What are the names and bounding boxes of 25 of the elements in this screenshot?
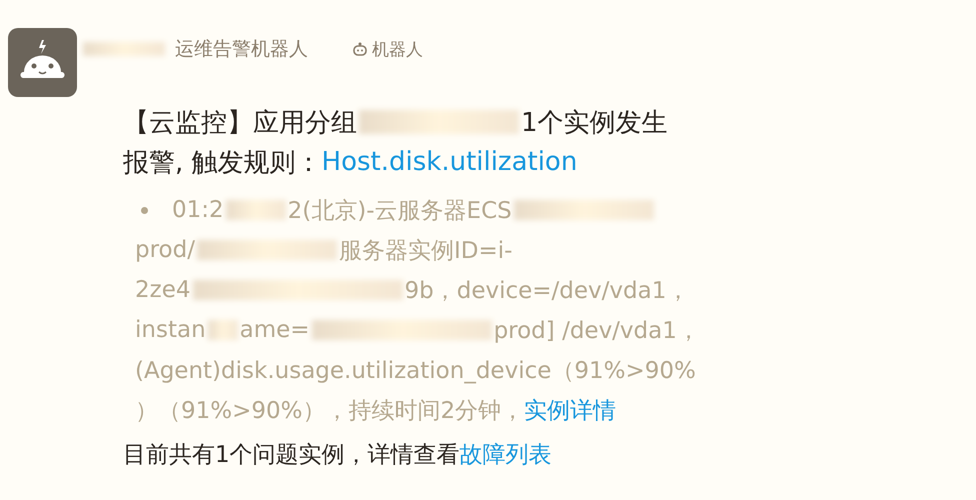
link[interactable]: Host.disk.utilization xyxy=(322,147,578,177)
message-text: instan xyxy=(135,317,206,343)
message-text: 2(北京)-云服务器ECS xyxy=(288,196,512,226)
message-text: 服务器实例ID=i- xyxy=(338,236,512,266)
robot-icon xyxy=(352,41,368,57)
message-text: 【云监控】应用分组 xyxy=(123,106,357,140)
message-text: prod/ xyxy=(135,237,195,263)
message-text: 报警, 触发规则： xyxy=(123,146,322,180)
message-text: ame= xyxy=(240,317,310,343)
message-text: 目前共有1个问题实例，详情查看 xyxy=(123,440,460,470)
link[interactable]: 实例详情 xyxy=(524,394,616,426)
bullet-icon xyxy=(141,206,148,214)
bot-label: 机器人 xyxy=(372,38,423,60)
link[interactable]: 故障列表 xyxy=(460,438,552,470)
redaction-blur xyxy=(226,200,286,220)
redaction-blur xyxy=(208,320,238,340)
message-text: 9b，device=/dev/vda1， xyxy=(404,276,690,306)
robot-avatar-icon xyxy=(8,28,77,97)
message-text: 1个实例发生 xyxy=(521,106,668,140)
message-text: 01:2 xyxy=(172,197,224,223)
message-text: ）（91%>90%），持续时间2分钟， xyxy=(135,396,524,426)
message-text: prod] /dev/vda1， xyxy=(494,316,700,346)
sender-name: 运维告警机器人 xyxy=(175,37,308,62)
message-text: (Agent)disk.usage.utilization_device（91%>90% xyxy=(135,356,696,386)
message-text: 2ze4 xyxy=(135,277,190,303)
